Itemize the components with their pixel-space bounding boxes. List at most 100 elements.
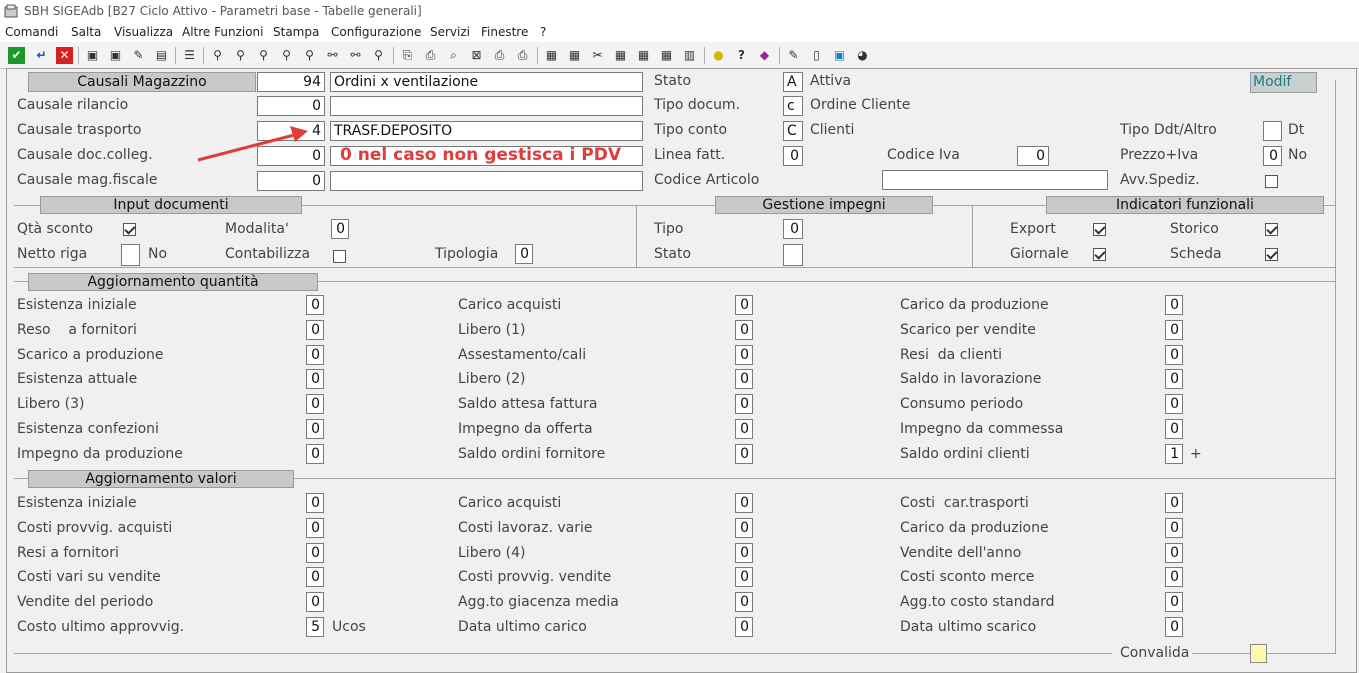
lightbulb-icon[interactable]: ● bbox=[710, 47, 727, 64]
avv-spediz-checkbox[interactable] bbox=[1265, 175, 1278, 188]
list-icon[interactable]: ☰ bbox=[181, 47, 198, 64]
menu-comandi[interactable]: Comandi bbox=[5, 25, 58, 39]
phone-icon[interactable]: ▯ bbox=[808, 47, 825, 64]
codice-articolo-input[interactable] bbox=[882, 170, 1108, 190]
close-doc-icon[interactable]: ⊠ bbox=[468, 47, 485, 64]
confirm-icon[interactable]: ✔ bbox=[8, 47, 25, 64]
print2-icon[interactable]: ⎙ bbox=[491, 47, 508, 64]
table2-icon[interactable]: ▦ bbox=[635, 47, 652, 64]
q-c1-input[interactable]: 0 bbox=[306, 320, 324, 340]
q-c1-input[interactable]: 0 bbox=[306, 394, 324, 414]
contabilizza-checkbox[interactable] bbox=[333, 250, 346, 263]
grid2-icon[interactable]: ▦ bbox=[566, 47, 583, 64]
q-c3-input[interactable]: 1 bbox=[1165, 444, 1183, 464]
menu-visualizza[interactable]: Visualizza bbox=[114, 25, 173, 39]
v-c1-input[interactable]: 5 bbox=[306, 617, 324, 637]
q-c3-input[interactable]: 0 bbox=[1165, 295, 1183, 315]
modalita-input[interactable]: 0 bbox=[331, 219, 349, 239]
binoculars-icon[interactable]: ⚯ bbox=[324, 47, 341, 64]
binoculars2-icon[interactable]: ⚯ bbox=[347, 47, 364, 64]
v-c1-input[interactable]: 0 bbox=[306, 567, 324, 587]
menu-stampa[interactable]: Stampa bbox=[273, 25, 319, 39]
print-icon[interactable]: ⎙ bbox=[422, 47, 439, 64]
edit-icon[interactable]: ✎ bbox=[130, 47, 147, 64]
v-c1-input[interactable]: 0 bbox=[306, 518, 324, 538]
tipologia-input[interactable]: 0 bbox=[515, 244, 533, 264]
q-c2-input[interactable]: 0 bbox=[735, 369, 753, 389]
linea-fatt-input[interactable]: 0 bbox=[783, 146, 803, 166]
q-c1-input[interactable]: 0 bbox=[306, 295, 324, 315]
storico-checkbox[interactable] bbox=[1265, 223, 1278, 236]
causale-mag-fiscale-desc[interactable] bbox=[330, 171, 643, 191]
q-c2-input[interactable]: 0 bbox=[735, 394, 753, 414]
book-icon[interactable]: ◆ bbox=[756, 47, 773, 64]
q-c3-input[interactable]: 0 bbox=[1165, 369, 1183, 389]
menu-salta[interactable]: Salta bbox=[71, 25, 101, 39]
q-c3-input[interactable]: 0 bbox=[1165, 419, 1183, 439]
export-checkbox[interactable] bbox=[1093, 223, 1106, 236]
f9-icon[interactable]: ⚲ bbox=[370, 47, 387, 64]
v-c1-input[interactable]: 0 bbox=[306, 543, 324, 563]
netto-riga-input[interactable] bbox=[121, 244, 140, 266]
f2-icon[interactable]: ⚲ bbox=[232, 47, 249, 64]
window2-icon[interactable]: ▣ bbox=[107, 47, 124, 64]
stato-input[interactable]: A bbox=[783, 72, 803, 92]
tools-icon[interactable]: ✂ bbox=[589, 47, 606, 64]
v-c2-input[interactable]: 0 bbox=[735, 543, 753, 563]
menu-altre-funzioni[interactable]: Altre Funzioni bbox=[182, 25, 264, 39]
q-c1-input[interactable]: 0 bbox=[306, 345, 324, 365]
search-icon[interactable]: ⚲ bbox=[209, 47, 226, 64]
causale-rilancio-desc[interactable] bbox=[330, 96, 643, 116]
v-c3-input[interactable]: 0 bbox=[1165, 543, 1183, 563]
v-c3-input[interactable]: 0 bbox=[1165, 567, 1183, 587]
codice-iva-input[interactable]: 0 bbox=[1017, 146, 1049, 166]
f4-icon[interactable]: ⚲ bbox=[278, 47, 295, 64]
causale-trasporto-desc[interactable]: TRASF.DEPOSITO bbox=[330, 121, 643, 141]
q-c2-input[interactable]: 0 bbox=[735, 419, 753, 439]
causale-mag-fiscale-input[interactable]: 0 bbox=[257, 171, 325, 191]
q-c2-input[interactable]: 0 bbox=[735, 444, 753, 464]
tipo-ddt-input[interactable] bbox=[1263, 121, 1282, 141]
q-c1-input[interactable]: 0 bbox=[306, 419, 324, 439]
qta-sconto-checkbox[interactable] bbox=[123, 223, 136, 236]
v-c2-input[interactable]: 0 bbox=[735, 493, 753, 513]
q-c3-input[interactable]: 0 bbox=[1165, 345, 1183, 365]
giornale-checkbox[interactable] bbox=[1093, 248, 1106, 261]
v-c3-input[interactable]: 0 bbox=[1165, 518, 1183, 538]
v-c2-input[interactable]: 0 bbox=[735, 592, 753, 612]
preview-icon[interactable]: ⌕ bbox=[445, 47, 462, 64]
f5-icon[interactable]: ⚲ bbox=[301, 47, 318, 64]
modif-button[interactable]: Modif bbox=[1250, 72, 1317, 93]
help-icon[interactable]: ? bbox=[733, 47, 750, 64]
pie-icon[interactable]: ◕ bbox=[854, 47, 871, 64]
document-icon[interactable]: ▤ bbox=[153, 47, 170, 64]
table3-icon[interactable]: ▦ bbox=[658, 47, 675, 64]
v-c2-input[interactable]: 0 bbox=[735, 567, 753, 587]
v-c3-input[interactable]: 0 bbox=[1165, 617, 1183, 637]
scheda-checkbox[interactable] bbox=[1265, 248, 1278, 261]
q-c1-input[interactable]: 0 bbox=[306, 444, 324, 464]
enter-icon[interactable]: ↵ bbox=[33, 47, 50, 64]
v-c2-input[interactable]: 0 bbox=[735, 518, 753, 538]
q-c2-input[interactable]: 0 bbox=[735, 345, 753, 365]
monitor-icon[interactable]: ▣ bbox=[831, 47, 848, 64]
causali-magazzino-input[interactable]: 94 bbox=[257, 72, 325, 92]
note-icon[interactable]: ✎ bbox=[785, 47, 802, 64]
v-c2-input[interactable]: 0 bbox=[735, 617, 753, 637]
impegni-tipo-input[interactable]: 0 bbox=[783, 219, 803, 239]
window-icon[interactable]: ▣ bbox=[84, 47, 101, 64]
q-c3-input[interactable]: 0 bbox=[1165, 394, 1183, 414]
menu-finestre[interactable]: Finestre bbox=[481, 25, 528, 39]
v-c1-input[interactable]: 0 bbox=[306, 592, 324, 612]
q-c2-input[interactable]: 0 bbox=[735, 320, 753, 340]
v-c3-input[interactable]: 0 bbox=[1165, 592, 1183, 612]
tipo-docum-input[interactable]: c bbox=[783, 96, 803, 116]
convalida-button[interactable] bbox=[1250, 644, 1267, 663]
q-c2-input[interactable]: 0 bbox=[735, 295, 753, 315]
menu-help[interactable]: ? bbox=[540, 25, 546, 39]
table-icon[interactable]: ▦ bbox=[612, 47, 629, 64]
tipo-conto-input[interactable]: C bbox=[783, 121, 803, 141]
menu-configurazione[interactable]: Configurazione bbox=[331, 25, 421, 39]
q-c1-input[interactable]: 0 bbox=[306, 369, 324, 389]
menu-servizi[interactable]: Servizi bbox=[430, 25, 470, 39]
